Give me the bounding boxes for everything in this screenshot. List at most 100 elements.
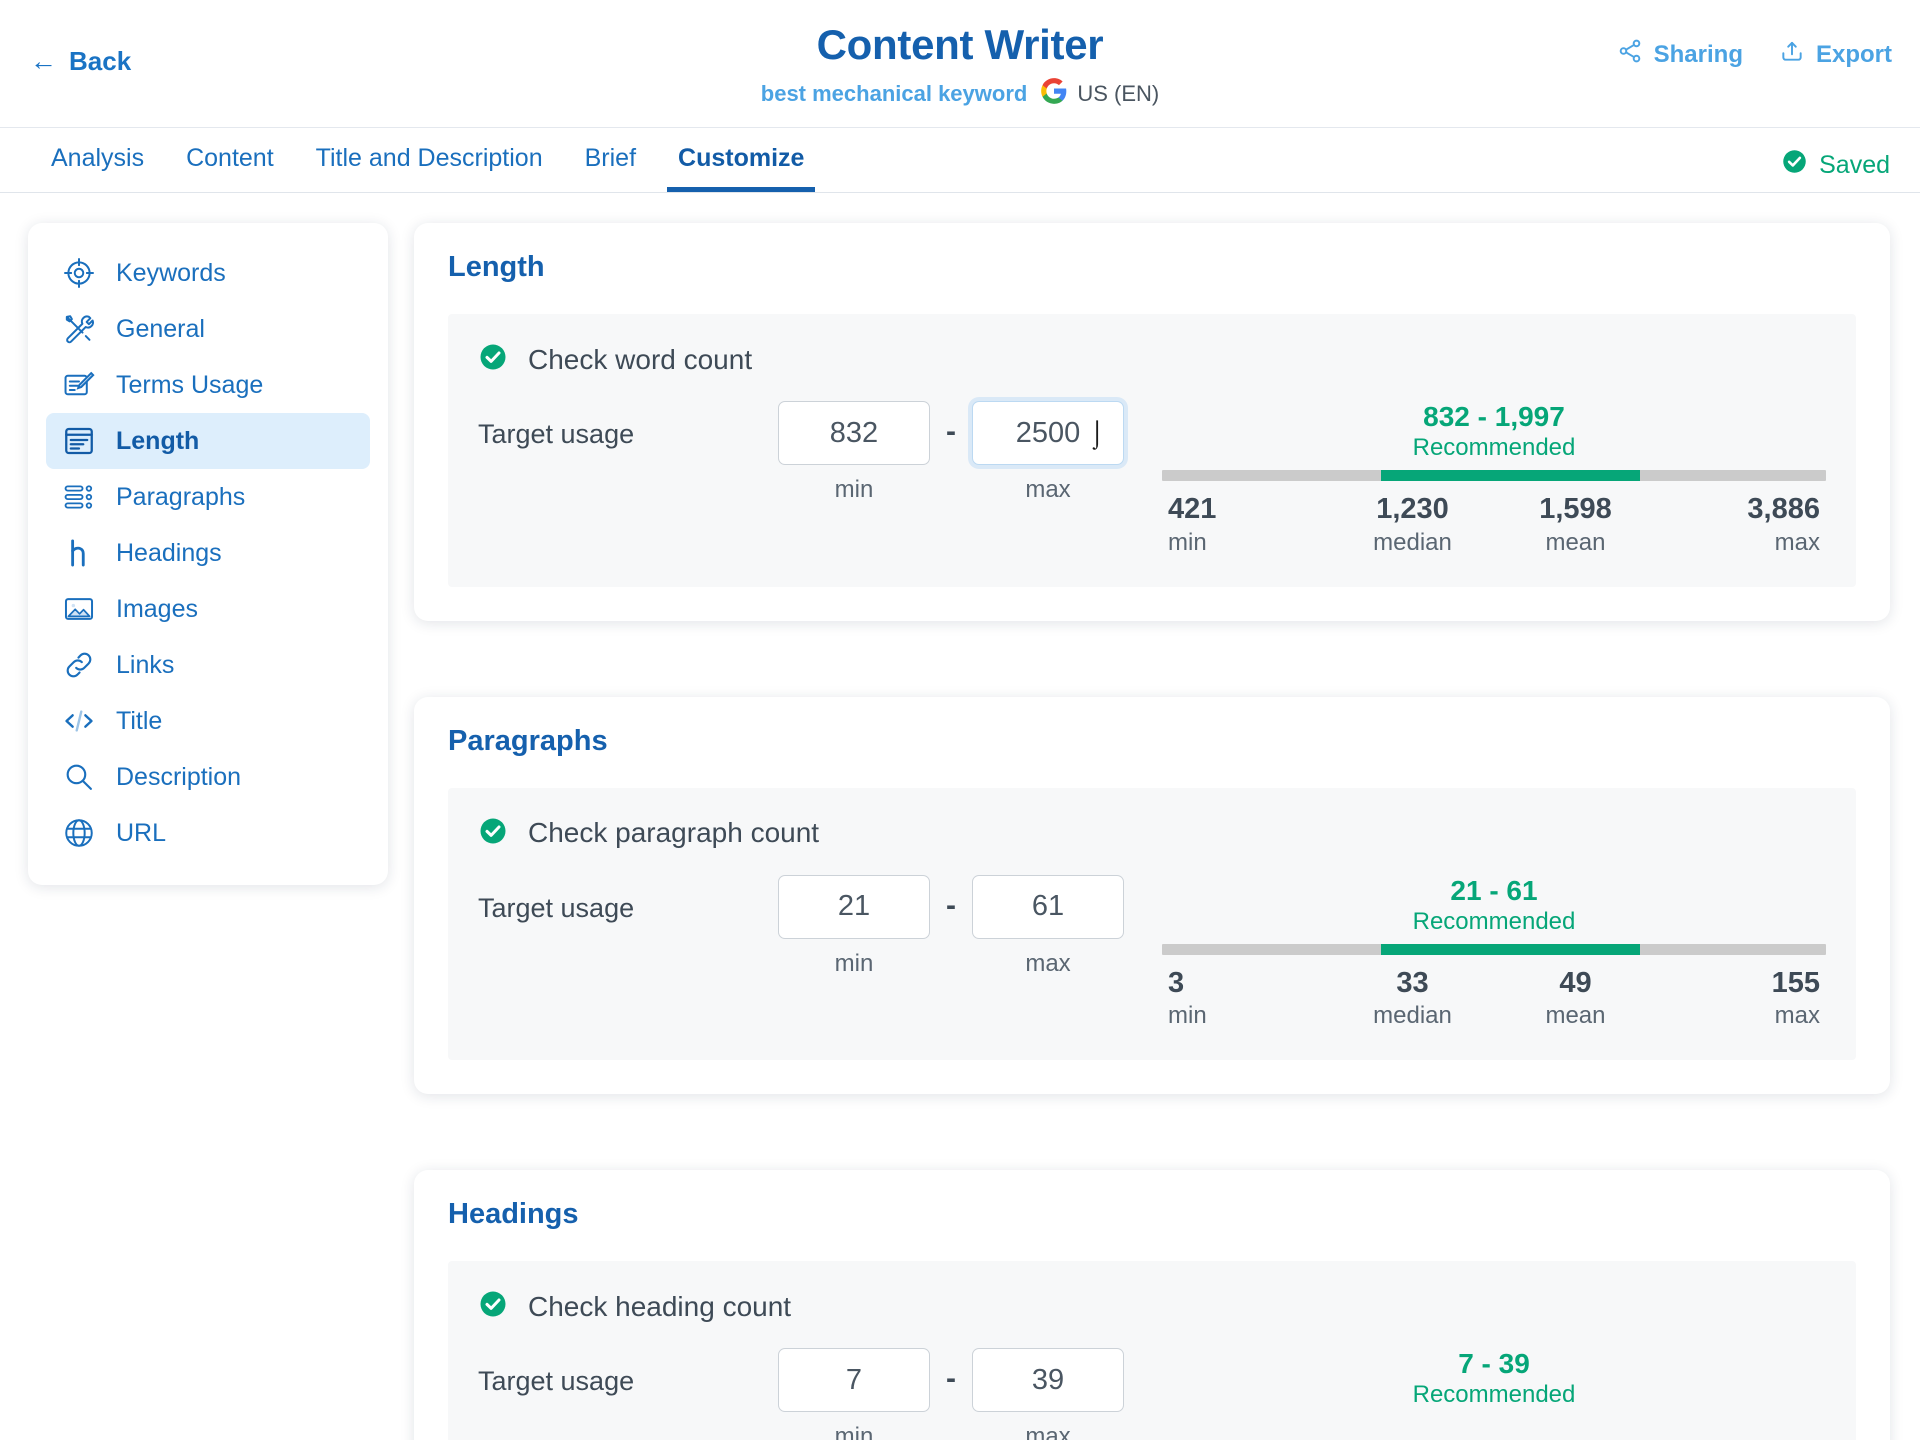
length-stat-row: 421 min 1,230 median 1,598 mean 3,886 ma… <box>1162 493 1826 556</box>
headings-max-input[interactable]: 39 <box>972 1348 1124 1413</box>
paragraphs-stat-min: 3 min <box>1162 967 1331 1030</box>
headings-control-row: Target usage 7 min - 39 max 7 - 39 Recom… <box>478 1348 1826 1440</box>
paragraphs-stat-median: 33 median <box>1331 967 1494 1030</box>
sidebar-item-length[interactable]: Length <box>46 413 370 469</box>
sharing-label: Sharing <box>1653 40 1743 68</box>
sidebar-label-length: Length <box>116 426 200 455</box>
export-button[interactable]: Export <box>1779 38 1892 71</box>
tab-analysis[interactable]: Analysis <box>30 128 165 191</box>
length-max-wrap: 2500 ⌡ max <box>972 401 1124 504</box>
image-icon <box>62 592 96 626</box>
sidebar-item-keywords[interactable]: Keywords <box>46 245 370 301</box>
headings-min-wrap: 7 min <box>778 1348 930 1440</box>
sidebar-item-images[interactable]: Images <box>46 581 370 637</box>
headings-check-label: Check heading count <box>528 1290 792 1322</box>
length-check-label: Check word count <box>528 343 753 375</box>
length-range-track[interactable] <box>1162 470 1826 482</box>
headings-recommended-range: 7 - 39 <box>1458 1348 1530 1380</box>
page-layout: Keywords General Terms Usage Length Para… <box>0 193 1920 1440</box>
locale-label: US (EN) <box>1077 81 1160 107</box>
sidebar-label-general: General <box>116 314 205 343</box>
sidebar-label-description: Description <box>116 762 242 791</box>
length-max-input[interactable]: 2500 ⌡ <box>972 401 1124 465</box>
tab-brief[interactable]: Brief <box>564 128 657 191</box>
paragraphs-stat-min-key: min <box>1168 1002 1207 1030</box>
headings-max-caption: max <box>1025 1423 1071 1440</box>
paragraphs-recommended-caption: Recommended <box>1412 907 1576 935</box>
sidebar-item-url[interactable]: URL <box>46 805 370 861</box>
sidebar-label-links: Links <box>116 650 175 679</box>
document-lines-icon <box>62 424 96 458</box>
magnifier-icon <box>62 760 96 794</box>
length-stat-median: 1,230 median <box>1331 493 1494 556</box>
checkbox-checked-icon[interactable] <box>478 1289 508 1324</box>
paragraphs-card: Paragraphs Check paragraph count Target … <box>414 696 1890 1095</box>
paragraphs-card-title: Paragraphs <box>448 724 608 757</box>
length-stat-min: 421 min <box>1162 493 1331 556</box>
tab-title-and-description[interactable]: Title and Description <box>295 128 564 191</box>
checkbox-checked-icon[interactable] <box>478 816 508 851</box>
headings-panel: Check heading count Target usage 7 min -… <box>448 1261 1856 1440</box>
paragraphs-range-track[interactable] <box>1162 943 1826 955</box>
target-keyword[interactable]: best mechanical keyword <box>761 81 1028 107</box>
paragraphs-inputs: 21 min - 61 max <box>778 874 1124 978</box>
paragraphs-check-row[interactable]: Check paragraph count <box>478 816 1826 851</box>
sidebar-item-general[interactable]: General <box>46 301 370 357</box>
sidebar-item-terms-usage[interactable]: Terms Usage <box>46 357 370 413</box>
headings-max-wrap: 39 max <box>972 1348 1124 1440</box>
tab-content[interactable]: Content <box>165 128 295 191</box>
length-stat-max: 3,886 max <box>1657 493 1826 556</box>
tab-customize[interactable]: Customize <box>657 128 825 192</box>
length-max-caption: max <box>1025 476 1071 503</box>
length-range-dash: - <box>946 415 956 448</box>
checkbox-checked-icon[interactable] <box>478 342 508 377</box>
sidebar-item-title[interactable]: Title <box>46 693 370 749</box>
headings-check-row[interactable]: Check heading count <box>478 1289 1826 1324</box>
length-stat-max-value: 3,886 <box>1747 493 1820 526</box>
sidebar-item-links[interactable]: Links <box>46 637 370 693</box>
sidebar-item-description[interactable]: Description <box>46 749 370 805</box>
paragraphs-stat-max-key: max <box>1774 1002 1820 1030</box>
link-chain-icon <box>62 648 96 682</box>
length-recommended-block: 832 - 1,997 Recommended <box>1162 401 1826 463</box>
settings-main: Length Check word count Target usage 832… <box>414 223 1892 1440</box>
code-brackets-icon <box>62 704 96 738</box>
locale-indicator: US (EN) <box>1040 77 1159 111</box>
sidebar-label-keywords: Keywords <box>116 258 226 287</box>
paragraphs-stat-median-key: median <box>1373 1002 1452 1030</box>
sidebar-label-paragraphs: Paragraphs <box>116 482 246 511</box>
headings-recommended-block: 7 - 39 Recommended <box>1162 1348 1826 1410</box>
headings-min-input[interactable]: 7 <box>778 1348 930 1413</box>
paragraphs-stat-mean: 49 mean <box>1494 967 1657 1030</box>
export-label: Export <box>1815 40 1892 68</box>
length-range-fill <box>1381 470 1641 482</box>
length-check-row[interactable]: Check word count <box>478 342 1826 377</box>
sidebar-label-terms-usage: Terms Usage <box>116 370 264 399</box>
length-min-input[interactable]: 832 <box>778 401 930 465</box>
paragraphs-recommended-block: 21 - 61 Recommended <box>1162 875 1826 937</box>
headings-inputs: 7 min - 39 max <box>778 1348 1124 1440</box>
status-badge: Saved <box>1781 148 1890 182</box>
sidebar-label-title: Title <box>116 706 163 735</box>
paragraphs-stat-mean-value: 49 <box>1559 966 1592 999</box>
tools-icon <box>62 312 96 346</box>
paragraphs-min-input[interactable]: 21 <box>778 874 930 939</box>
headings-card-title: Headings <box>448 1198 579 1231</box>
paragraphs-max-input[interactable]: 61 <box>972 874 1124 939</box>
length-stat-median-key: median <box>1373 528 1452 556</box>
paragraphs-panel: Check paragraph count Target usage 21 mi… <box>448 787 1856 1061</box>
sidebar-label-images: Images <box>116 594 198 623</box>
sidebar-item-paragraphs[interactable]: Paragraphs <box>46 469 370 525</box>
paragraphs-range-fill <box>1381 943 1641 955</box>
check-circle-icon <box>1781 148 1808 182</box>
length-card: Length Check word count Target usage 832… <box>414 223 1890 621</box>
length-stat-median-value: 1,230 <box>1376 493 1449 526</box>
sharing-button[interactable]: Sharing <box>1617 38 1743 71</box>
length-stats: 832 - 1,997 Recommended 421 min 1,230 me… <box>1124 401 1826 557</box>
length-max-value: 2500 <box>1015 416 1081 449</box>
headings-card: Headings Check heading count Target usag… <box>414 1170 1890 1440</box>
sidebar-item-headings[interactable]: Headings <box>46 525 370 581</box>
saved-label: Saved <box>1819 150 1890 179</box>
paragraphs-target-usage-label: Target usage <box>478 892 635 923</box>
headings-range-dash: - <box>946 1362 956 1396</box>
